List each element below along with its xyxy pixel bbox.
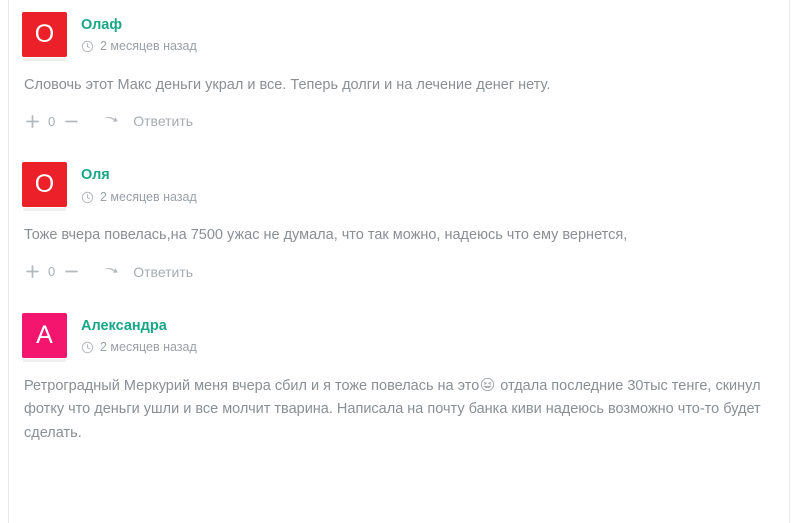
avatar-shadow <box>23 358 66 362</box>
comment-header: A Александра 2 месяцев назад <box>22 312 777 362</box>
vote-group: 0 <box>24 113 79 129</box>
avatar-wrapper: O <box>22 162 67 212</box>
reply-button[interactable]: Ответить <box>103 114 193 128</box>
comment-timestamp: 2 месяцев назад <box>100 39 197 54</box>
comment-item: O Оля 2 месяцев назад Тоже вчера повелас… <box>22 162 777 279</box>
reply-label: Ответить <box>133 263 194 280</box>
comment-timestamp: 2 месяцев назад <box>100 189 197 204</box>
comment-header: O Олаф 2 месяцев назад <box>22 12 777 61</box>
comment-body: Тоже вчера повелась,на 7500 ужас не дума… <box>24 227 628 244</box>
comment-header: O Оля 2 месяцев назад <box>22 162 777 212</box>
plus-icon[interactable] <box>24 113 40 129</box>
vote-group: 0 <box>24 264 79 280</box>
grinning-squinting-face-emoji <box>480 377 495 392</box>
avatar[interactable]: O <box>22 162 67 208</box>
minus-icon[interactable] <box>63 264 79 280</box>
vote-count: 0 <box>48 264 56 280</box>
plus-icon[interactable] <box>24 264 40 280</box>
comment-meta: 2 месяцев назад <box>81 39 197 54</box>
comment-body: Ретроградный Меркурий меня вчера сбил и … <box>22 375 776 445</box>
comment-body: Словочь этот Макс деньги украл и все. Те… <box>24 77 551 93</box>
comment-header-text: Олаф 2 месяцев назад <box>81 12 197 54</box>
comment-header-text: Оля 2 месяцев назад <box>81 162 197 204</box>
comment-body-part-1: Ретроградный Меркурий меня вчера сбил и … <box>24 377 480 394</box>
comment-author-name[interactable]: Олаф <box>81 17 197 34</box>
avatar-wrapper: A <box>22 312 67 362</box>
avatar[interactable]: O <box>22 12 67 57</box>
comment-item: O Олаф 2 месяцев назад Словочь этот Макс… <box>22 12 777 129</box>
reply-arrow-icon <box>103 265 122 279</box>
reply-arrow-icon <box>103 114 122 128</box>
comments-list: O Олаф 2 месяцев назад Словочь этот Макс… <box>0 0 795 445</box>
avatar-shadow <box>23 208 66 212</box>
comment-actions: 0 Ответить <box>22 264 777 280</box>
comment-author-name[interactable]: Оля <box>81 167 197 184</box>
comment-item: A Александра 2 месяцев назад Ретроградны… <box>22 312 777 445</box>
avatar[interactable]: A <box>22 312 67 358</box>
reply-button[interactable]: Ответить <box>103 265 193 279</box>
comment-meta: 2 месяцев назад <box>81 340 197 355</box>
comment-meta: 2 месяцев назад <box>81 190 197 205</box>
clock-icon <box>81 341 94 354</box>
reply-label: Ответить <box>133 113 194 130</box>
vote-count: 0 <box>48 113 56 129</box>
comment-author-name[interactable]: Александра <box>81 318 197 335</box>
comment-actions: 0 Ответить <box>22 113 777 129</box>
avatar-wrapper: O <box>22 12 67 61</box>
comment-timestamp: 2 месяцев назад <box>100 340 197 355</box>
comments-page: O Олаф 2 месяцев назад Словочь этот Макс… <box>0 0 795 523</box>
minus-icon[interactable] <box>63 113 79 129</box>
comment-header-text: Александра 2 месяцев назад <box>81 313 197 355</box>
clock-icon <box>81 191 94 204</box>
clock-icon <box>81 40 94 53</box>
avatar-shadow <box>23 58 66 61</box>
